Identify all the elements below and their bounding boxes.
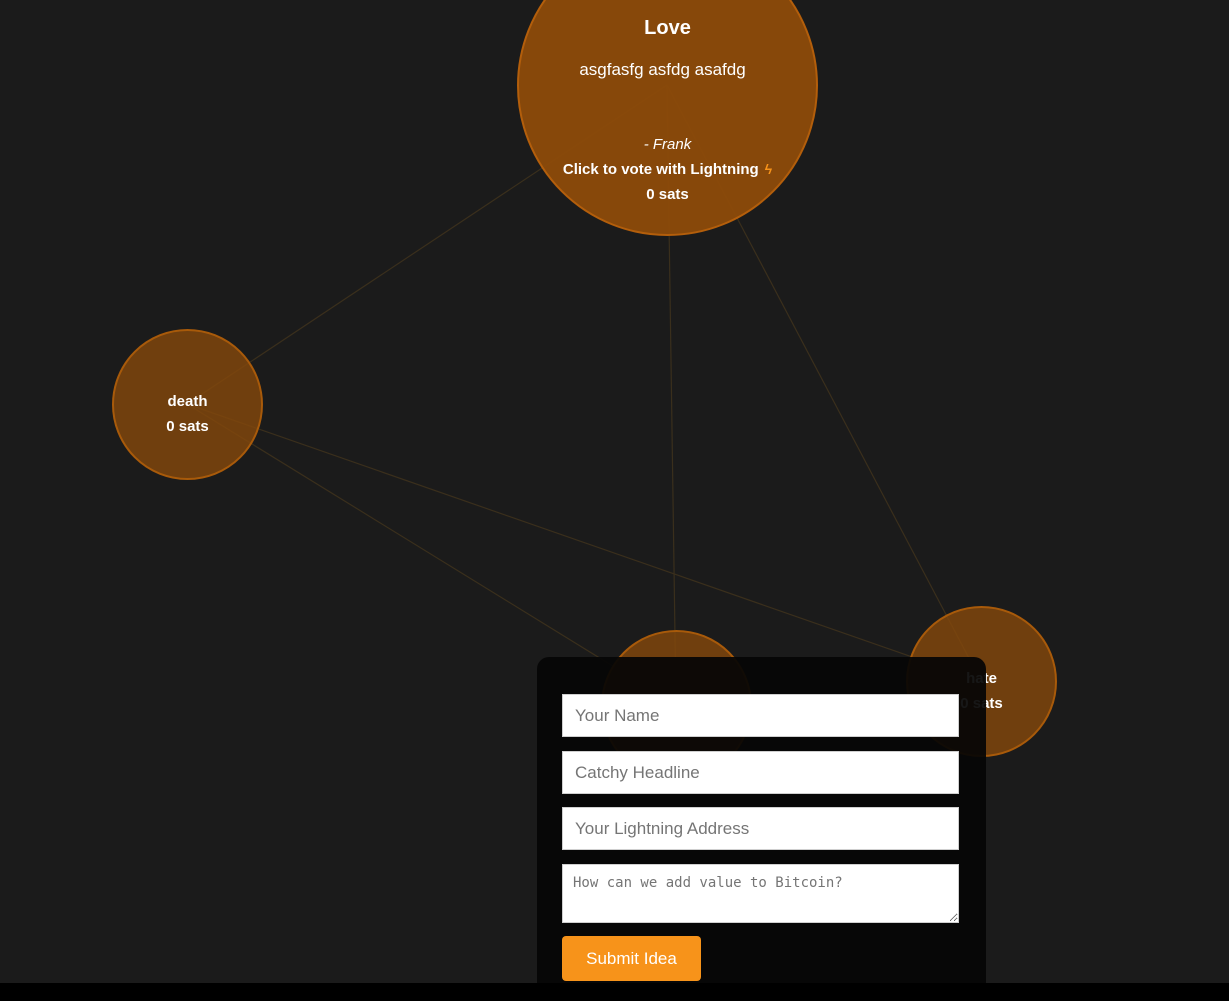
submit-idea-form: Submit Idea <box>537 657 986 1001</box>
idea-node-death[interactable]: death 0 sats <box>112 329 263 480</box>
idea-title: death <box>167 393 208 410</box>
idea-textarea[interactable] <box>562 864 959 923</box>
idea-sats: 0 sats <box>166 418 209 435</box>
name-input[interactable] <box>562 694 959 737</box>
idea-author: - Frank <box>643 136 692 153</box>
idea-graph-stage: death 0 sats hate 0 sats Love asgfasfg a… <box>0 0 1229 1001</box>
idea-sats: 0 sats <box>646 186 689 203</box>
footer-bar <box>0 983 1229 1001</box>
headline-input[interactable] <box>562 751 959 794</box>
footer-text <box>578 995 608 1001</box>
lightning-address-input[interactable] <box>562 807 959 850</box>
idea-node-love[interactable]: Love asgfasfg asfdg asafdg - Frank Click… <box>517 0 818 236</box>
vote-with-lightning-button[interactable]: Click to vote with Lightning ϟ <box>519 161 816 178</box>
link-death-hate <box>186 403 982 682</box>
idea-title: Love <box>644 17 691 39</box>
vote-label: Click to vote with Lightning <box>562 161 759 178</box>
lightning-bolt-icon: ϟ <box>764 161 773 177</box>
idea-description: asgfasfg asfdg asafdg <box>579 60 746 79</box>
submit-idea-button[interactable]: Submit Idea <box>562 936 701 981</box>
